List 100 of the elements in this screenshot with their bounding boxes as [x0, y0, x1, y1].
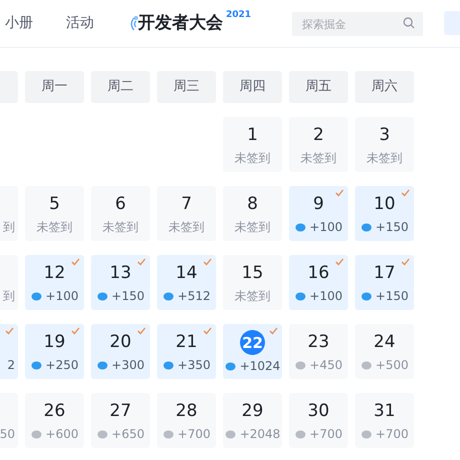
points-label: +2048 — [240, 426, 280, 443]
coin-icon — [96, 360, 108, 370]
day-cell[interactable]: 26 +600 — [25, 393, 84, 448]
day-number: 6 — [115, 193, 126, 216]
day-cell[interactable]: 10 +150 — [355, 186, 414, 241]
status-label: 到 — [3, 219, 15, 236]
nav-link[interactable]: 活动 — [66, 13, 94, 34]
weekday-header: 周五 — [289, 71, 348, 103]
day-number: 29 — [242, 400, 264, 423]
day-cell[interactable]: 3 未签到 — [355, 117, 414, 172]
day-cell[interactable]: 28 +700 — [157, 393, 216, 448]
check-icon — [269, 327, 278, 335]
weekday-header: 周三 — [157, 71, 216, 103]
day-cell[interactable]: 23 +450 — [289, 324, 348, 379]
day-cell[interactable]: 24 +500 — [355, 324, 414, 379]
points-label: +150 — [376, 288, 408, 305]
status-label: 未签到 — [36, 219, 72, 236]
coin-icon — [96, 292, 108, 300]
check-icon — [335, 189, 344, 197]
weekday-header: 周一 — [25, 71, 84, 103]
day-number: 2 — [313, 124, 324, 147]
coin-icon — [162, 360, 174, 370]
day-number: 22 — [240, 330, 265, 355]
day-number: 23 — [308, 331, 330, 354]
status-label: 未签到 — [234, 288, 270, 305]
day-cell[interactable]: 14 +512 — [157, 255, 216, 310]
day-cell[interactable]: 17 +150 — [355, 255, 414, 310]
day-number: 19 — [44, 331, 66, 354]
check-icon — [137, 327, 146, 335]
day-cell[interactable]: 27 +650 — [91, 393, 150, 448]
points-label: +650 — [112, 426, 144, 443]
day-number: 15 — [242, 262, 264, 285]
day-number: 30 — [308, 400, 330, 423]
day-cell[interactable]: 31 +700 — [355, 393, 414, 448]
day-cell[interactable]: 30 +700 — [289, 393, 348, 448]
coin-icon — [224, 362, 236, 370]
day-cell[interactable]: 20 +300 — [91, 324, 150, 379]
day-number: 27 — [110, 400, 132, 423]
day-cell[interactable]: 8 未签到 — [223, 186, 282, 241]
day-number: 14 — [176, 262, 198, 285]
nav-link[interactable]: 小册 — [5, 13, 33, 34]
check-icon — [5, 327, 14, 335]
status-label: 到 — [3, 288, 15, 305]
day-cell[interactable]: 21 +350 — [157, 324, 216, 379]
points-label: +150 — [112, 288, 144, 305]
day-cell[interactable]: 1 未签到 — [223, 117, 282, 172]
points-label: +250 — [46, 357, 78, 374]
day-number: 5 — [49, 193, 60, 216]
coin-icon — [30, 360, 42, 370]
day-cell[interactable]: 5 未签到 — [25, 186, 84, 241]
points-label: +500 — [376, 357, 408, 374]
points-label: +600 — [46, 426, 78, 443]
check-icon — [401, 258, 410, 266]
check-icon — [71, 327, 80, 335]
coin-icon — [30, 292, 42, 300]
day-number: 1 — [247, 124, 258, 147]
coin-icon — [30, 430, 42, 438]
day-cell[interactable]: 19 +250 — [25, 324, 84, 379]
status-label: 未签到 — [234, 150, 270, 167]
day-number: 9 — [313, 193, 324, 216]
coin-icon — [224, 430, 236, 438]
search-field[interactable]: 探索掘金 — [292, 12, 423, 36]
day-cell[interactable]: 2 未签到 — [289, 117, 348, 172]
logo-year: 2021 — [226, 8, 252, 22]
weekday-header: 周二 — [91, 71, 150, 103]
day-cell[interactable]: 9 +100 — [289, 186, 348, 241]
check-icon — [203, 258, 212, 266]
check-icon — [203, 327, 212, 335]
points-label: +700 — [376, 426, 408, 443]
coin-icon — [294, 430, 306, 438]
day-cell[interactable]: 6 未签到 — [91, 186, 150, 241]
day-number: 12 — [44, 262, 66, 285]
day-cell[interactable]: 15 未签到 — [223, 255, 282, 310]
coin-icon — [162, 430, 174, 438]
day-number: 20 — [110, 331, 132, 354]
points-label: +100 — [46, 288, 78, 305]
status-label: 未签到 — [102, 219, 138, 236]
day-cell[interactable]: 12 +100 — [25, 255, 84, 310]
day-cell[interactable]: 16 +100 — [289, 255, 348, 310]
status-label: 未签到 — [168, 219, 204, 236]
points-label: +512 — [178, 288, 210, 305]
points-label: 2 — [7, 357, 15, 374]
status-label: 未签到 — [234, 219, 270, 236]
day-cell[interactable]: 2 — [0, 324, 18, 379]
day-number: 16 — [308, 262, 330, 285]
coin-icon — [294, 292, 306, 300]
day-number: 21 — [176, 331, 198, 354]
day-number: 26 — [44, 400, 66, 423]
day-cell[interactable]: 22 +1024 — [223, 324, 282, 379]
day-cell[interactable]: 13 +150 — [91, 255, 150, 310]
search-icon — [403, 16, 415, 29]
points-label: +300 — [112, 357, 144, 374]
check-icon — [71, 258, 80, 266]
check-icon — [137, 258, 146, 266]
coin-icon — [360, 292, 372, 300]
day-cell[interactable]: 7 未签到 — [157, 186, 216, 241]
day-number: 13 — [110, 262, 132, 285]
day-cell[interactable]: 29 +2048 — [223, 393, 282, 448]
coin-icon — [294, 360, 306, 370]
coin-icon — [162, 292, 174, 300]
